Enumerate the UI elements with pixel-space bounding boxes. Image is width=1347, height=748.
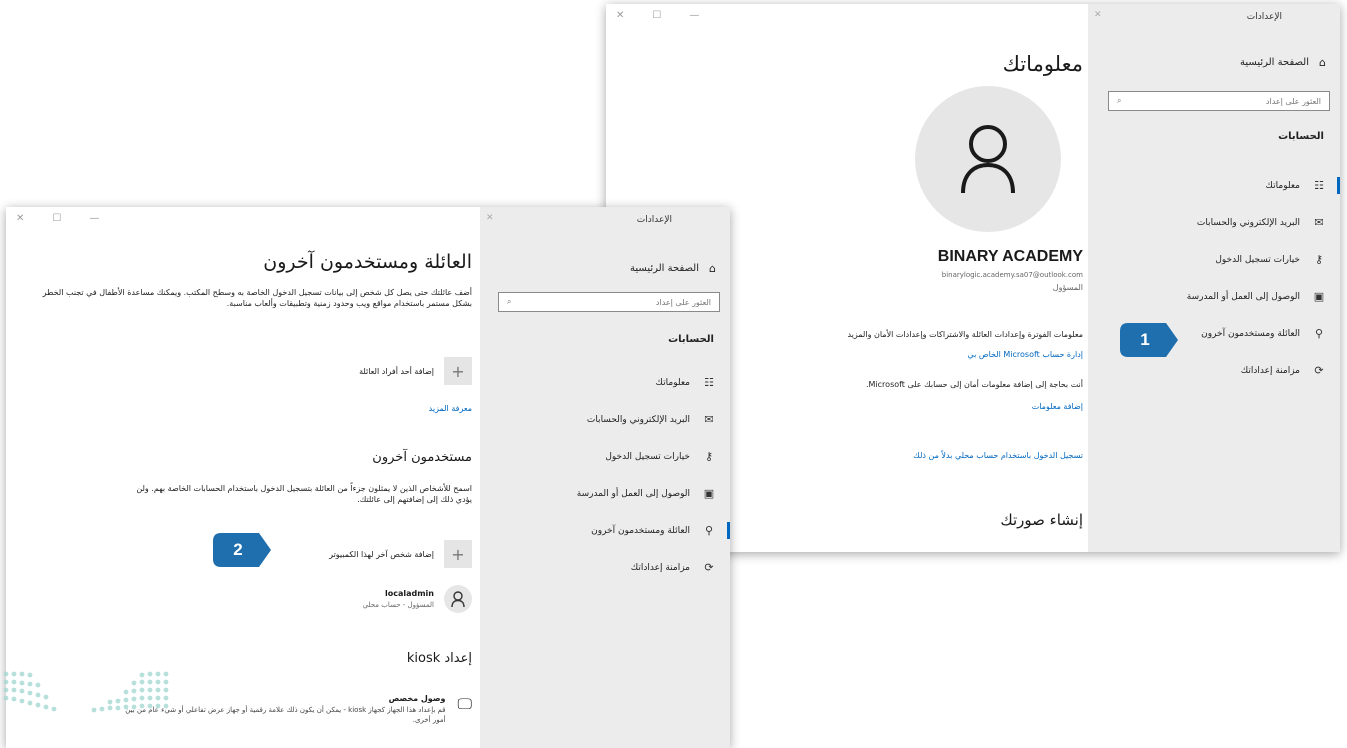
user-text: localadmin المسؤول - حساب محلي <box>363 589 434 609</box>
sidebar-home-label: الصفحة الرئيسية <box>630 263 700 274</box>
other-users-heading: مستخدمون آخرون <box>372 450 472 465</box>
avatar <box>915 86 1061 232</box>
sync-icon: ⟳ <box>1314 364 1324 377</box>
search-input[interactable]: العثور على إعداد ⌕ <box>498 292 720 312</box>
user-role: المسؤول <box>1052 283 1083 292</box>
user-avatar <box>444 585 472 613</box>
create-picture-heading: إنشاء صورتك <box>1000 511 1083 529</box>
sidebar-item-label: البريد الإلكتروني والحسابات <box>1196 217 1300 228</box>
person-icon: ⚲ <box>704 524 714 537</box>
callout-label: 1 <box>1140 330 1150 349</box>
sidebar-title: الإعدادات <box>636 215 672 225</box>
sidebar-item-label: البريد الإلكتروني والحسابات <box>586 414 690 425</box>
settings-window-family-users: ✕ ☐ — العائلة ومستخدمون آخرون أضف عائلتك… <box>6 207 730 748</box>
local-signin-link[interactable]: تسجيل الدخول باستخدام حساب محلي بدلاً من… <box>913 451 1083 460</box>
add-info-link[interactable]: إضافة معلومات <box>1032 402 1083 411</box>
page-title: العائلة ومستخدمون آخرون <box>263 251 472 273</box>
plus-icon: + <box>444 357 472 385</box>
sidebar-item-sync[interactable]: ⟳ مزامنة إعداداتك <box>1096 352 1330 389</box>
sidebar-item-label: معلوماتك <box>655 377 690 388</box>
search-icon: ⌕ <box>507 297 512 306</box>
sidebar-item-label: معلوماتك <box>1265 180 1300 191</box>
sidebar-home[interactable]: ⌂ الصفحة الرئيسية <box>1240 56 1326 69</box>
sidebar-item-email-accounts[interactable]: ✉ البريد الإلكتروني والحسابات <box>1096 204 1330 241</box>
mail-icon: ✉ <box>704 413 714 426</box>
sidebar: ✕ الإعدادات ⌂ الصفحة الرئيسية العثور على… <box>480 207 730 748</box>
sidebar-item-label: خيارات تسجيل الدخول <box>605 451 690 462</box>
person-icon: ⚲ <box>1314 327 1324 340</box>
sidebar-item-your-info[interactable]: ☷ معلوماتك <box>488 364 720 401</box>
user-email: binarylogic.academy.sa07@outlook.com <box>941 271 1083 279</box>
mail-icon: ✉ <box>1314 216 1324 229</box>
sidebar-item-sync[interactable]: ⟳ مزامنة إعداداتك <box>488 549 720 586</box>
security-info-text: أنت بحاجة إلى إضافة معلومات أمان إلى حسا… <box>865 380 1083 389</box>
user-list-item[interactable]: localadmin المسؤول - حساب محلي <box>363 585 472 613</box>
user-card-icon: ☷ <box>1314 179 1324 192</box>
briefcase-icon: ▣ <box>703 487 715 500</box>
kiosk-monitor-icon: 🖵 <box>457 695 472 713</box>
close-icon[interactable]: ✕ <box>1094 10 1102 20</box>
callout-badge-2: 2 <box>213 533 273 567</box>
user-subtitle: المسؤول - حساب محلي <box>362 601 434 609</box>
sidebar-section-accounts: الحسابات <box>668 334 714 345</box>
sidebar-home-label: الصفحة الرئيسية <box>1240 57 1310 68</box>
sidebar-nav: ☷ معلوماتك ✉ البريد الإلكتروني والحسابات… <box>488 364 730 586</box>
sidebar-item-label: الوصول إلى العمل أو المدرسة <box>576 488 690 499</box>
sidebar-home[interactable]: ⌂ الصفحة الرئيسية <box>630 262 716 275</box>
user-silhouette-icon <box>961 125 1015 194</box>
home-icon: ⌂ <box>1319 56 1326 69</box>
sidebar-item-signin-options[interactable]: ⚷ خيارات تسجيل الدخول <box>488 438 720 475</box>
add-family-member-button[interactable]: + إضافة أحد أفراد العائلة <box>359 357 472 385</box>
callout-badge-1: 1 <box>1120 323 1180 357</box>
add-other-user-button[interactable]: + إضافة شخص آخر لهذا الكمبيوتر <box>329 540 472 568</box>
user-name: BINARY ACADEMY <box>937 248 1083 265</box>
page-title: معلوماتك <box>1002 52 1083 76</box>
sidebar-title: الإعدادات <box>1246 12 1282 22</box>
user-card-icon: ☷ <box>704 376 714 389</box>
billing-text: معلومات الفوترة وإعدادات العائلة والاشتر… <box>847 330 1083 339</box>
search-icon: ⌕ <box>1117 96 1122 105</box>
kiosk-heading: إعداد kiosk <box>406 651 472 666</box>
briefcase-icon: ▣ <box>1313 290 1325 303</box>
sync-icon: ⟳ <box>704 561 714 574</box>
callout-label: 2 <box>233 540 243 559</box>
sidebar-section-accounts: الحسابات <box>1278 131 1324 142</box>
search-input[interactable]: العثور على إعداد ⌕ <box>1108 91 1330 111</box>
sidebar: ✕ الإعدادات ⌂ الصفحة الرئيسية العثور على… <box>1088 4 1340 552</box>
family-description: أضف عائلتك حتى يصل كل شخص إلى بيانات تسج… <box>42 288 472 308</box>
sidebar-item-label: خيارات تسجيل الدخول <box>1215 254 1300 265</box>
sidebar-item-label: العائلة ومستخدمون آخرون <box>1201 328 1300 339</box>
person-icon <box>451 591 465 607</box>
add-family-member-label: إضافة أحد أفراد العائلة <box>359 366 434 376</box>
user-name: localadmin <box>384 589 434 598</box>
dotted-watermark-logo <box>3 671 169 713</box>
other-users-description: اسمح للأشخاص الذين لا يمثلون جزءاً من ال… <box>136 484 472 504</box>
manage-account-link[interactable]: إدارة حساب Microsoft الخاص بي <box>967 350 1083 359</box>
key-icon: ⚷ <box>1314 253 1324 266</box>
search-input-placeholder: العثور على إعداد <box>1265 96 1321 106</box>
sidebar-item-work-school[interactable]: ▣ الوصول إلى العمل أو المدرسة <box>488 475 720 512</box>
add-other-user-label: إضافة شخص آخر لهذا الكمبيوتر <box>329 549 434 559</box>
sidebar-item-label: مزامنة إعداداتك <box>630 562 690 573</box>
sidebar-item-label: العائلة ومستخدمون آخرون <box>591 525 690 536</box>
learn-more-link[interactable]: معرفة المزيد <box>429 404 472 413</box>
sidebar-item-your-info[interactable]: ☷ معلوماتك <box>1096 167 1340 204</box>
sidebar-item-email-accounts[interactable]: ✉ البريد الإلكتروني والحسابات <box>488 401 720 438</box>
sidebar-item-label: مزامنة إعداداتك <box>1240 365 1300 376</box>
sidebar-item-family-users[interactable]: ⚲ العائلة ومستخدمون آخرون <box>488 512 730 549</box>
search-input-placeholder: العثور على إعداد <box>655 297 711 307</box>
home-icon: ⌂ <box>709 262 716 275</box>
key-icon: ⚷ <box>704 450 714 463</box>
plus-icon: + <box>444 540 472 568</box>
sidebar-item-signin-options[interactable]: ⚷ خيارات تسجيل الدخول <box>1096 241 1330 278</box>
sidebar-item-work-school[interactable]: ▣ الوصول إلى العمل أو المدرسة <box>1096 278 1330 315</box>
main-pane: العائلة ومستخدمون آخرون أضف عائلتك حتى ي… <box>6 207 480 748</box>
sidebar-item-label: الوصول إلى العمل أو المدرسة <box>1186 291 1300 302</box>
close-icon[interactable]: ✕ <box>486 213 494 223</box>
